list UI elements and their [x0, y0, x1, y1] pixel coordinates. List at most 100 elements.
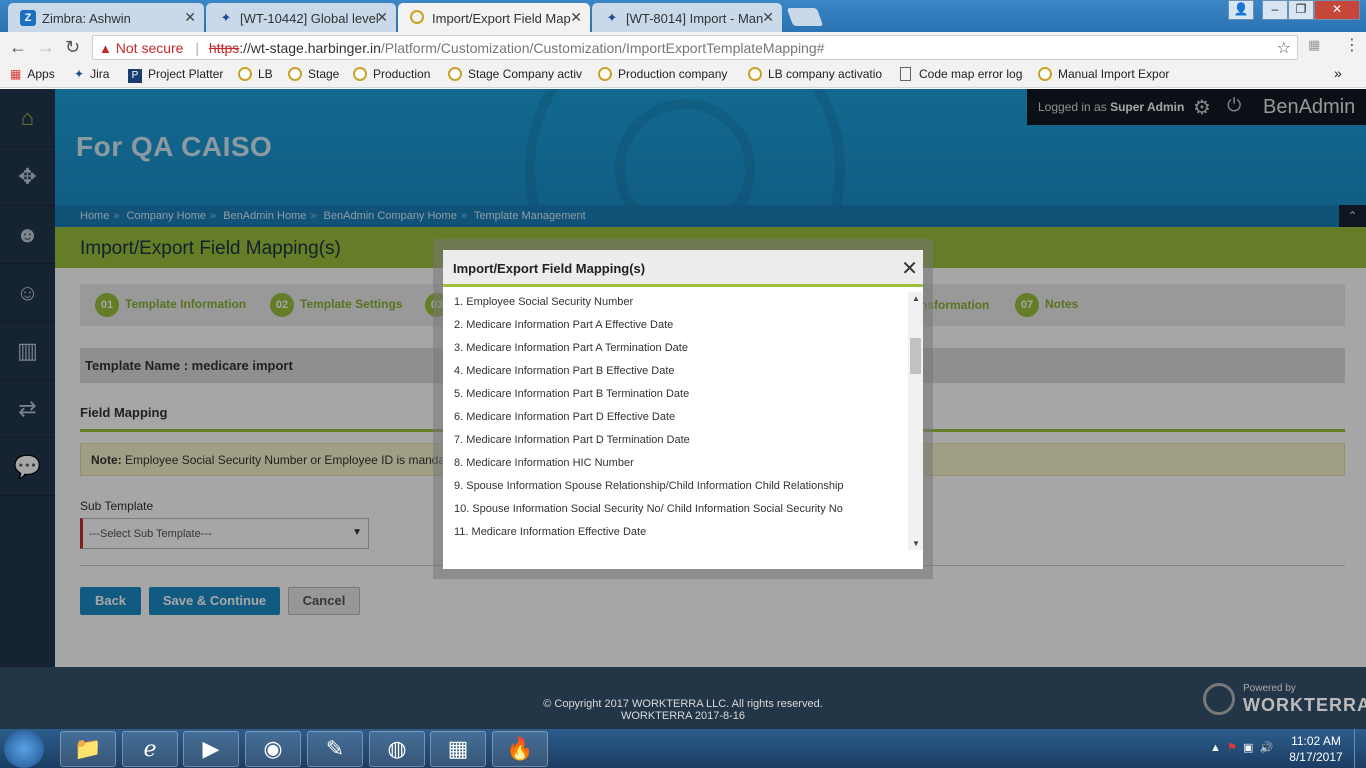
not-secure-label: Not secure: [115, 40, 184, 56]
show-desktop-button[interactable]: [1354, 729, 1366, 768]
firefox-icon[interactable]: ◍: [369, 731, 425, 767]
spreadsheet-icon[interactable]: ▦: [430, 731, 486, 767]
list-item: 8. Medicare Information HIC Number: [454, 457, 634, 469]
url-host: ://wt-stage.harbinger.in: [239, 40, 381, 56]
version-text: WORKTERRA 2017-8-16: [620, 710, 746, 722]
worktera-icon: [448, 67, 462, 81]
modal-header: Import/Export Field Mapping(s) ✕: [443, 250, 923, 287]
bookmark-manual-import[interactable]: Manual Import Expor: [1038, 67, 1169, 81]
bookmark-production-company[interactable]: Production company: [598, 67, 727, 81]
system-tray: ▲ ⚑ ▣ 🔊: [1210, 741, 1273, 754]
close-icon[interactable]: ✕: [901, 256, 918, 281]
worktera-icon: [353, 67, 367, 81]
maximize-button[interactable]: ❐: [1288, 0, 1314, 20]
bookmarks-bar: ▦ Apps ✦ Jira P Project Platter LB Stage Pr…: [0, 62, 1366, 88]
start-button[interactable]: [4, 730, 44, 768]
list-item: 2. Medicare Information Part A Effective…: [454, 319, 674, 331]
tab-title: [WT-10442] Global level: [240, 11, 379, 26]
extension-icon[interactable]: ▦: [1308, 37, 1320, 53]
page-icon: [900, 67, 911, 81]
bookmark-stage-company[interactable]: Stage Company activ: [448, 67, 582, 81]
browser-toolbar: ← → ↻ ▲ Not secure | https://wt-stage.ha…: [0, 32, 1366, 62]
close-icon[interactable]: ✕: [762, 9, 774, 26]
browser-tab-wt8014[interactable]: ✦ [WT-8014] Import - Man ✕: [592, 3, 782, 32]
list-item: 6. Medicare Information Part D Effective…: [454, 411, 676, 423]
bookmark-code-map[interactable]: Code map error log: [900, 67, 1022, 81]
mapping-list: 1. Employee Social Security Number 2. Me…: [443, 290, 908, 548]
jira-icon: ✦: [606, 10, 618, 25]
close-icon[interactable]: ✕: [570, 9, 582, 26]
address-bar[interactable]: ▲ Not secure | https://wt-stage.harbinge…: [92, 35, 1298, 60]
bookmark-apps[interactable]: ▦ Apps: [10, 67, 55, 81]
list-item: 11. Medicare Information Effective Date: [454, 526, 647, 538]
jira-icon: ✦: [74, 67, 85, 81]
notepad-icon[interactable]: ✎: [307, 731, 363, 767]
user-icon[interactable]: 👤: [1228, 0, 1254, 20]
close-icon[interactable]: ✕: [184, 9, 196, 26]
apps-grid-icon: ▦: [10, 67, 22, 81]
bookmark-jira[interactable]: ✦ Jira: [74, 67, 109, 81]
list-item: 3. Medicare Information Part A Terminati…: [454, 342, 688, 354]
volume-icon[interactable]: 🔊: [1260, 742, 1274, 754]
bookmark-lb-company[interactable]: LB company activatio: [748, 67, 882, 81]
url-path: /Platform/Customization/Customization/Im…: [380, 40, 825, 56]
tab-title: Import/Export Field Map: [432, 11, 571, 26]
browser-tab-zimbra[interactable]: Z Zimbra: Ashwin ✕: [8, 3, 204, 32]
scroll-up-icon[interactable]: ▲: [912, 294, 920, 303]
chevron-up-icon[interactable]: ▲: [1210, 742, 1221, 754]
forward-arrow-icon[interactable]: →: [37, 37, 55, 58]
flag-icon[interactable]: ⚑: [1227, 742, 1237, 754]
bookmark-lb[interactable]: LB: [238, 67, 273, 81]
project-platter-icon: P: [128, 69, 142, 83]
tab-title: [WT-8014] Import - Man: [626, 11, 764, 26]
browser-tab-import-export[interactable]: Import/Export Field Map ✕: [398, 3, 590, 32]
window-close-button[interactable]: ✕: [1314, 0, 1360, 20]
scroll-down-icon[interactable]: ▼: [912, 539, 920, 548]
list-scrollbar[interactable]: ▲ ▼: [908, 292, 923, 550]
internet-explorer-icon[interactable]: ℯ: [122, 731, 178, 767]
worktera-icon: [748, 67, 762, 81]
worktera-icon: [288, 67, 302, 81]
browser-tab-strip: Z Zimbra: Ashwin ✕ ✦ [WT-10442] Global l…: [0, 0, 1366, 32]
warning-icon: ▲: [99, 41, 112, 56]
clock-date: 8/17/2017: [1289, 750, 1343, 764]
bookmark-project-platter[interactable]: P Project Platter: [128, 67, 223, 83]
reload-icon[interactable]: ↻: [65, 37, 80, 58]
copyright-text: © Copyright 2017 WORKTERRA LLC. All righ…: [543, 698, 823, 710]
windows-taskbar: 📁 ℯ ▶ ◉ ✎ ◍ ▦ 🔥 ▲ ⚑ ▣ 🔊 11:02 AM 8/17/20…: [0, 729, 1366, 768]
tab-title: Zimbra: Ashwin: [42, 11, 131, 26]
list-item: 9. Spouse Information Spouse Relationshi…: [454, 480, 844, 492]
workterra-logo-icon: [1203, 683, 1235, 715]
scroll-thumb[interactable]: [910, 338, 921, 374]
minimize-button[interactable]: –: [1262, 0, 1288, 20]
back-arrow-icon[interactable]: ←: [9, 37, 27, 58]
menu-icon[interactable]: ⋮: [1344, 35, 1360, 55]
flame-app-icon[interactable]: 🔥: [492, 731, 548, 767]
list-item: 1. Employee Social Security Number: [454, 296, 634, 308]
new-tab-button[interactable]: [786, 8, 824, 26]
list-item: 7. Medicare Information Part D Terminati…: [454, 434, 690, 446]
worktera-icon: [410, 10, 424, 24]
bookmark-star-icon[interactable]: ☆: [1277, 38, 1291, 58]
list-item: 10. Spouse Information Social Security N…: [454, 503, 843, 515]
list-item: 4. Medicare Information Part B Effective…: [454, 365, 675, 377]
worktera-icon: [1038, 67, 1052, 81]
bookmark-stage[interactable]: Stage: [288, 67, 339, 81]
bookmarks-overflow-button[interactable]: »: [1334, 65, 1342, 81]
clock-time: 11:02 AM: [1291, 734, 1341, 748]
list-item: 5. Medicare Information Part B Terminati…: [454, 388, 690, 400]
worktera-icon: [238, 67, 252, 81]
taskbar-clock[interactable]: 11:02 AM 8/17/2017: [1282, 733, 1350, 765]
modal-title: Import/Export Field Mapping(s): [453, 261, 646, 276]
footer: © Copyright 2017 WORKTERRA LLC. All righ…: [0, 667, 1366, 729]
file-explorer-icon[interactable]: 📁: [60, 731, 116, 767]
zimbra-icon: Z: [20, 10, 36, 26]
worktera-icon: [598, 67, 612, 81]
media-player-icon[interactable]: ▶: [183, 731, 239, 767]
bookmark-production[interactable]: Production: [353, 67, 430, 81]
network-icon[interactable]: ▣: [1243, 742, 1253, 754]
jira-icon: ✦: [220, 10, 232, 25]
close-icon[interactable]: ✕: [376, 9, 388, 26]
chrome-icon[interactable]: ◉: [245, 731, 301, 767]
browser-tab-wt10442[interactable]: ✦ [WT-10442] Global level ✕: [206, 3, 396, 32]
